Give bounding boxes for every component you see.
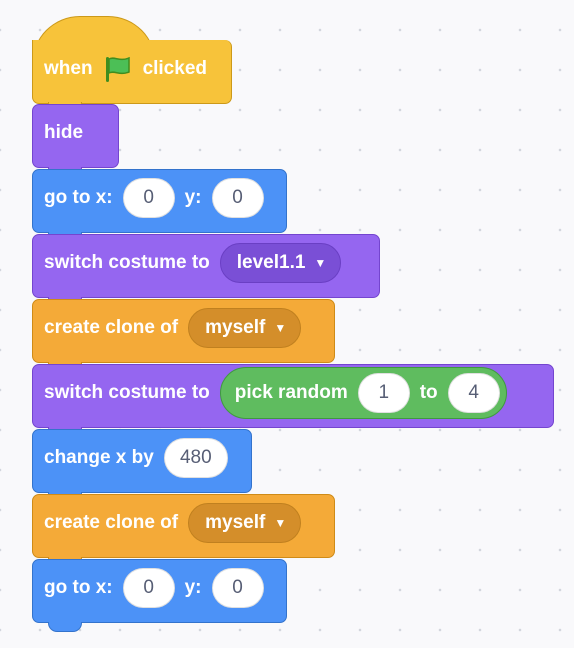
random-to-input[interactable]: 4 [447, 373, 500, 413]
pick-random-label: pick random [234, 382, 348, 403]
dropdown-arrow-icon: ▼ [274, 321, 287, 335]
create-clone-block[interactable]: create clone of myself ▼ [32, 299, 335, 363]
clone-target-dropdown[interactable]: myself ▼ [188, 503, 302, 543]
clone-target-value: myself [205, 317, 266, 338]
go-to-x-label: go to x: [44, 577, 113, 598]
random-from-input[interactable]: 1 [357, 373, 410, 413]
clicked-label: clicked [142, 57, 207, 79]
clone-target-value: myself [205, 512, 266, 533]
dropdown-arrow-icon: ▼ [314, 256, 327, 270]
change-x-label: change x by [44, 447, 154, 468]
costume-dropdown-value: level1.1 [236, 252, 306, 273]
x-input[interactable]: 0 [122, 178, 175, 218]
y-label: y: [184, 577, 202, 598]
y-input[interactable]: 0 [211, 178, 264, 218]
switch-costume-block[interactable]: switch costume to level1.1 ▼ [32, 234, 380, 298]
y-input[interactable]: 0 [211, 568, 264, 608]
y-label: y: [184, 187, 202, 208]
switch-costume-random-block[interactable]: switch costume to pick random 1 to 4 [32, 364, 554, 428]
green-flag-icon [105, 56, 130, 82]
create-clone-label: create clone of [44, 512, 179, 533]
switch-costume-label: switch costume to [44, 252, 210, 273]
switch-costume-label: switch costume to [44, 382, 210, 403]
when-flag-clicked-block[interactable]: when clicked [32, 40, 232, 104]
go-to-xy-block[interactable]: go to x: 0 y: 0 [32, 169, 287, 233]
go-to-xy-block[interactable]: go to x: 0 y: 0 [32, 559, 287, 623]
block-notch [48, 622, 82, 632]
change-x-input[interactable]: 480 [163, 438, 228, 478]
costume-dropdown[interactable]: level1.1 ▼ [219, 243, 342, 283]
clone-target-dropdown[interactable]: myself ▼ [188, 308, 302, 348]
change-x-block[interactable]: change x by 480 [32, 429, 252, 493]
create-clone-block[interactable]: create clone of myself ▼ [32, 494, 335, 558]
create-clone-label: create clone of [44, 317, 179, 338]
when-label: when [44, 57, 93, 79]
go-to-x-label: go to x: [44, 187, 113, 208]
dropdown-arrow-icon: ▼ [274, 516, 287, 530]
pick-random-reporter[interactable]: pick random 1 to 4 [219, 367, 507, 419]
hide-block[interactable]: hide [32, 104, 119, 168]
x-input[interactable]: 0 [122, 568, 175, 608]
hide-label: hide [44, 122, 84, 143]
to-label: to [419, 382, 438, 403]
